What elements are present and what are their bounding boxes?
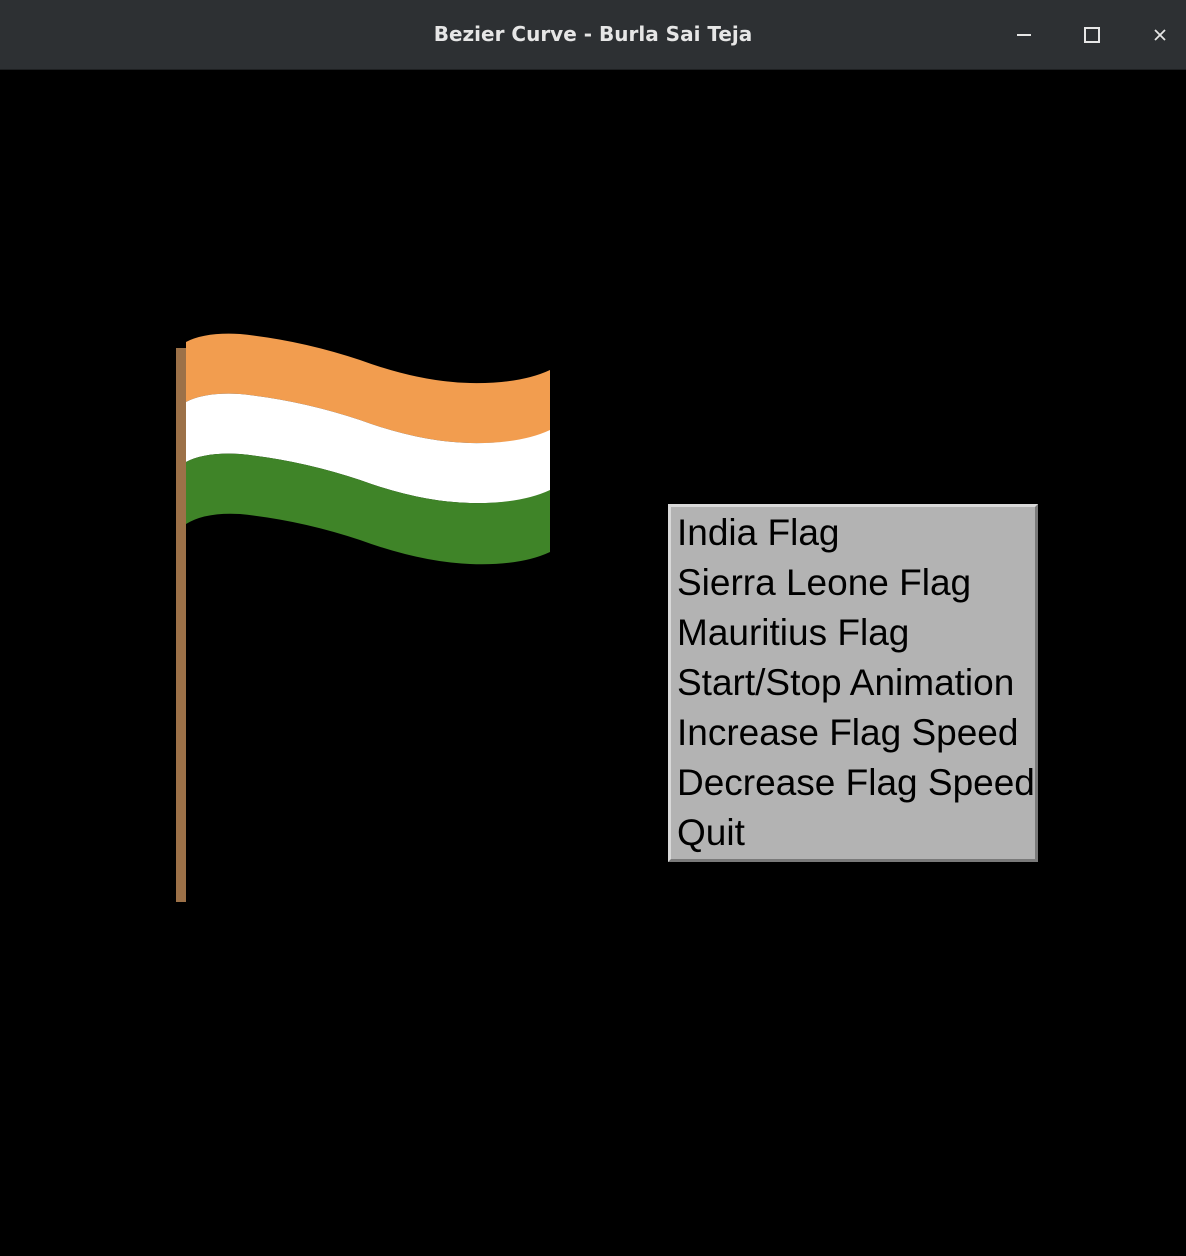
close-icon [1154, 29, 1166, 41]
menu-item-india-flag[interactable]: India Flag [671, 509, 1035, 559]
menu-item-start-stop-animation[interactable]: Start/Stop Animation [671, 659, 1035, 709]
flag-pole [176, 348, 186, 902]
app-window: Bezier Curve - Burla Sai Teja India Flag… [0, 0, 1186, 1256]
menu-item-decrease-flag-speed[interactable]: Decrease Flag Speed [671, 759, 1035, 809]
menu-item-mauritius-flag[interactable]: Mauritius Flag [671, 609, 1035, 659]
title-bar[interactable]: Bezier Curve - Burla Sai Teja [0, 0, 1186, 70]
menu-item-increase-flag-speed[interactable]: Increase Flag Speed [671, 709, 1035, 759]
close-button[interactable] [1142, 17, 1178, 53]
maximize-icon [1084, 27, 1100, 43]
context-menu: India Flag Sierra Leone Flag Mauritius F… [668, 504, 1038, 862]
minimize-icon [1017, 34, 1031, 36]
menu-item-sierra-leone-flag[interactable]: Sierra Leone Flag [671, 559, 1035, 609]
menu-item-quit[interactable]: Quit [671, 809, 1035, 859]
maximize-button[interactable] [1074, 17, 1110, 53]
minimize-button[interactable] [1006, 17, 1042, 53]
